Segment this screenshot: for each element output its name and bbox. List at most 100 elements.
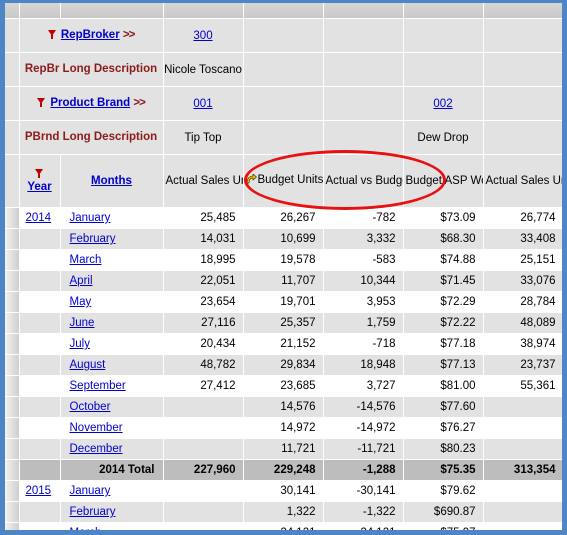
row-gutter-handle[interactable] [5, 333, 20, 355]
value-cell[interactable]: $80.23 [403, 438, 484, 460]
value-cell[interactable] [483, 417, 562, 439]
value-cell[interactable]: 18,948 [323, 354, 404, 376]
grid-scroll-area[interactable]: RepBroker >> 300 RepBr Long Description Nic… [5, 3, 562, 530]
year-cell[interactable]: 2014 [19, 207, 61, 229]
year-cell[interactable]: 2015 [19, 480, 61, 502]
value-cell[interactable] [163, 438, 244, 460]
value-cell[interactable]: $690.87 [403, 501, 484, 523]
row-gutter-handle[interactable] [5, 354, 20, 376]
table-row[interactable]: 2014January25,48526,267-782$73.0926,7742… [5, 207, 562, 229]
value-cell[interactable]: $77.18 [403, 333, 484, 355]
value-cell[interactable]: $77.60 [403, 396, 484, 418]
value-cell[interactable]: 1,759 [323, 312, 404, 334]
value-cell[interactable] [163, 396, 244, 418]
value-cell[interactable]: $68.30 [403, 228, 484, 250]
value-cell[interactable]: 22,051 [163, 270, 244, 292]
months-header-link[interactable]: Months [91, 175, 132, 187]
year-cell[interactable] [19, 375, 61, 397]
table-row[interactable]: December11,721-11,721$80.2317,7 [5, 438, 562, 460]
month-link[interactable]: April [70, 275, 93, 287]
value-cell[interactable]: 19,701 [243, 291, 324, 313]
table-row[interactable]: October14,576-14,576$77.6021,3 [5, 396, 562, 418]
value-cell[interactable] [483, 522, 562, 530]
month-link[interactable]: December [70, 443, 123, 455]
header-member-link[interactable]: 001 [193, 98, 212, 110]
value-cell[interactable]: 26,774 [483, 207, 562, 229]
value-cell[interactable]: 10,699 [243, 228, 324, 250]
month-link[interactable]: February [70, 233, 116, 245]
value-cell[interactable]: 48,782 [163, 354, 244, 376]
month-cell[interactable]: September [60, 375, 164, 397]
value-cell[interactable] [483, 480, 562, 502]
month-cell[interactable]: August [60, 354, 164, 376]
value-cell[interactable] [163, 522, 244, 530]
table-row[interactable]: 2015January30,141-30,141$79.6231,6 [5, 480, 562, 502]
value-cell[interactable]: 11,707 [243, 270, 324, 292]
value-cell[interactable]: 3,953 [323, 291, 404, 313]
value-cell[interactable] [163, 417, 244, 439]
column-header-months[interactable]: Months [60, 154, 164, 208]
value-cell[interactable]: -24,121 [323, 522, 404, 530]
value-cell[interactable]: 3,727 [323, 375, 404, 397]
header-dimension-link[interactable]: RepBroker [61, 29, 120, 41]
value-cell[interactable]: 21,152 [243, 333, 324, 355]
value-cell[interactable]: 14,031 [163, 228, 244, 250]
value-cell[interactable]: 10,344 [323, 270, 404, 292]
value-cell[interactable]: $72.22 [403, 312, 484, 334]
year-cell[interactable] [19, 522, 61, 530]
value-cell[interactable]: 18,995 [163, 249, 244, 271]
year-cell[interactable] [19, 249, 61, 271]
row-gutter-handle[interactable] [5, 207, 20, 229]
year-cell[interactable] [19, 396, 61, 418]
month-link[interactable]: July [70, 338, 90, 350]
row-gutter-handle[interactable] [5, 522, 20, 530]
header-member-link[interactable]: 002 [433, 98, 452, 110]
year-cell[interactable] [19, 270, 61, 292]
value-cell[interactable]: 23,685 [243, 375, 324, 397]
value-cell[interactable]: 11,721 [243, 438, 324, 460]
table-row[interactable]: April22,05111,70710,344$71.4533,07634,4 [5, 270, 562, 292]
month-cell[interactable]: December [60, 438, 164, 460]
table-row[interactable]: May23,65419,7013,953$72.2928,78420,5 [5, 291, 562, 313]
value-cell[interactable]: -14,576 [323, 396, 404, 418]
value-cell[interactable]: -718 [323, 333, 404, 355]
row-gutter-handle[interactable] [5, 417, 20, 439]
filter-funnel-icon[interactable] [37, 98, 46, 108]
value-cell[interactable]: -11,721 [323, 438, 404, 460]
year-cell[interactable] [19, 312, 61, 334]
year-cell[interactable] [19, 228, 61, 250]
value-cell[interactable]: -30,141 [323, 480, 404, 502]
value-cell[interactable]: $72.29 [403, 291, 484, 313]
column-header-year[interactable]: Year [19, 154, 61, 208]
value-cell[interactable]: 23,654 [163, 291, 244, 313]
value-cell[interactable]: 26,267 [243, 207, 324, 229]
value-cell[interactable]: 27,116 [163, 312, 244, 334]
month-link[interactable]: October [70, 401, 111, 413]
year-cell[interactable] [19, 417, 61, 439]
month-link[interactable]: June [70, 317, 95, 329]
row-gutter-handle[interactable] [5, 228, 20, 250]
value-cell[interactable]: $73.09 [403, 207, 484, 229]
row-gutter-handle[interactable] [5, 438, 20, 460]
year-link[interactable]: 2015 [26, 485, 52, 497]
column-header-measure[interactable]: Actual Sales Units [483, 154, 562, 208]
year-cell[interactable] [19, 333, 61, 355]
year-cell[interactable] [19, 354, 61, 376]
table-row[interactable]: March24,121-24,121$75.9725,5 [5, 522, 562, 530]
month-link[interactable]: March [70, 254, 102, 266]
value-cell[interactable]: 38,974 [483, 333, 562, 355]
value-cell[interactable]: $81.00 [403, 375, 484, 397]
row-gutter-handle[interactable] [5, 375, 20, 397]
value-cell[interactable]: -583 [323, 249, 404, 271]
month-link[interactable]: January [70, 485, 111, 497]
month-cell[interactable]: January [60, 480, 164, 502]
month-cell[interactable]: March [60, 249, 164, 271]
column-header-measure[interactable]: Budget Units Working [243, 154, 324, 208]
value-cell[interactable]: $76.27 [403, 417, 484, 439]
value-cell[interactable]: 55,361 [483, 375, 562, 397]
table-row[interactable]: March18,99519,578-583$74.8825,15120,7 [5, 249, 562, 271]
filter-funnel-icon[interactable] [34, 169, 43, 179]
value-cell[interactable]: 25,357 [243, 312, 324, 334]
row-gutter-handle[interactable] [5, 501, 20, 523]
column-header-measure[interactable]: Budget ASP Working [403, 154, 484, 208]
